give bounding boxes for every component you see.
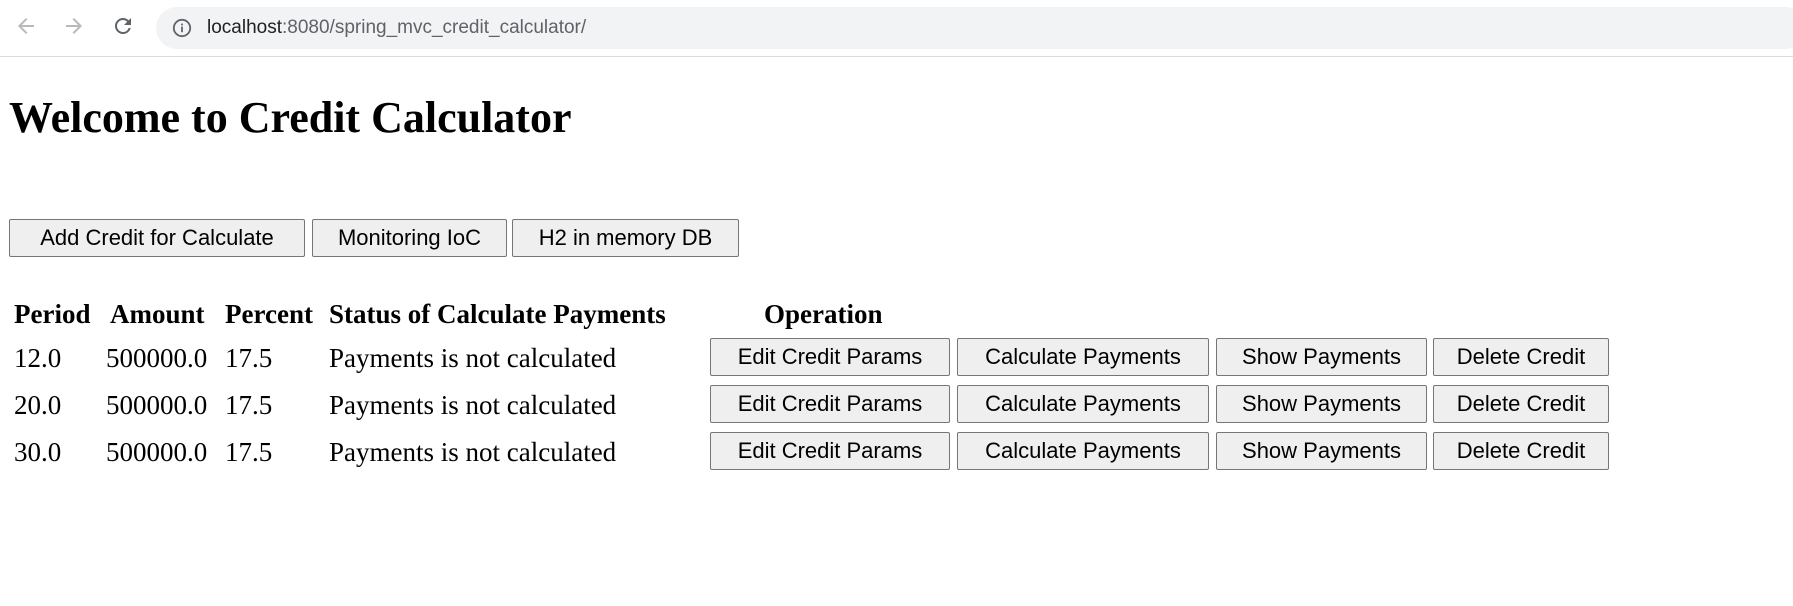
info-circle-icon[interactable] xyxy=(172,18,192,38)
cell-period: 30.0 xyxy=(14,437,62,467)
browser-toolbar: localhost:8080/spring_mvc_credit_calcula… xyxy=(0,0,1793,57)
cell-period: 20.0 xyxy=(14,390,62,420)
edit-credit-button[interactable]: Edit Credit Params xyxy=(710,432,950,470)
show-payments-button[interactable]: Show Payments xyxy=(1216,385,1427,423)
arrow-left-icon xyxy=(18,18,34,34)
cell-status: Payments is not calculated xyxy=(329,390,617,420)
calculate-payments-button[interactable]: Calculate Payments xyxy=(957,385,1209,423)
header-status: Status of Calculate Payments xyxy=(329,299,666,329)
delete-credit-button[interactable]: Delete Credit xyxy=(1433,338,1609,376)
cell-percent: 17.5 xyxy=(225,390,273,420)
add-credit-button[interactable]: Add Credit for Calculate xyxy=(9,219,305,257)
cell-status: Payments is not calculated xyxy=(329,437,617,467)
calculate-payments-button[interactable]: Calculate Payments xyxy=(957,338,1209,376)
url-path: :8080/spring_mvc_credit_calculator/ xyxy=(282,17,587,38)
cell-percent: 17.5 xyxy=(225,437,273,467)
cell-amount: 500000.0 xyxy=(106,390,208,420)
h2-db-button[interactable]: H2 in memory DB xyxy=(512,219,739,257)
back-button[interactable] xyxy=(14,14,38,38)
cell-period: 12.0 xyxy=(14,343,62,373)
reload-icon xyxy=(115,18,131,34)
monitoring-ioc-button[interactable]: Monitoring IoC xyxy=(312,219,507,257)
arrow-right-icon xyxy=(66,18,82,34)
cell-status: Payments is not calculated xyxy=(329,343,617,373)
show-payments-button[interactable]: Show Payments xyxy=(1216,432,1427,470)
calculate-payments-button[interactable]: Calculate Payments xyxy=(957,432,1209,470)
url-host: localhost xyxy=(207,17,282,38)
reload-button[interactable] xyxy=(111,14,135,38)
delete-credit-button[interactable]: Delete Credit xyxy=(1433,432,1609,470)
edit-credit-button[interactable]: Edit Credit Params xyxy=(710,385,950,423)
header-amount: Amount xyxy=(110,299,205,329)
forward-button[interactable] xyxy=(62,14,86,38)
header-operation: Operation xyxy=(764,299,883,329)
show-payments-button[interactable]: Show Payments xyxy=(1216,338,1427,376)
url-text[interactable]: localhost:8080/spring_mvc_credit_calcula… xyxy=(207,17,586,39)
edit-credit-button[interactable]: Edit Credit Params xyxy=(710,338,950,376)
address-bar[interactable]: localhost:8080/spring_mvc_credit_calcula… xyxy=(156,7,1793,49)
delete-credit-button[interactable]: Delete Credit xyxy=(1433,385,1609,423)
header-percent: Percent xyxy=(225,299,313,329)
header-period: Period xyxy=(14,299,91,329)
page-title: Welcome to Credit Calculator xyxy=(9,93,572,142)
cell-amount: 500000.0 xyxy=(106,343,208,373)
cell-percent: 17.5 xyxy=(225,343,273,373)
cell-amount: 500000.0 xyxy=(106,437,208,467)
